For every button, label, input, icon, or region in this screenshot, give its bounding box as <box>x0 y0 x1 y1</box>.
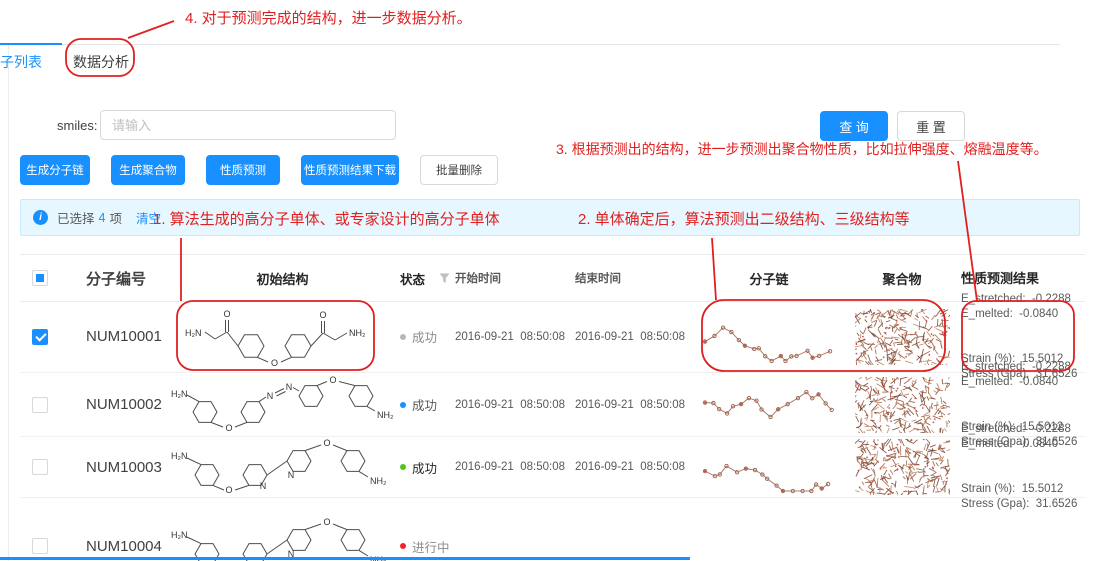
initial-structure-image: H₂NONNONH₂ <box>169 510 397 561</box>
status-label: 成功 <box>412 395 437 414</box>
info-icon: i <box>33 210 48 225</box>
annotation-note-2: 2. 单体确定后，算法预测出二级结构、三级结构等 <box>578 208 910 229</box>
svg-text:N: N <box>285 382 292 392</box>
column-header-start-time: 开始时间 <box>455 270 575 286</box>
query-button[interactable]: 查 询 <box>820 111 888 141</box>
download-prediction-results-button[interactable]: 性质预测结果下载 <box>301 155 399 185</box>
status-label: 成功 <box>412 458 437 477</box>
row-checkbox[interactable] <box>32 459 48 475</box>
svg-text:O: O <box>223 309 230 319</box>
molecule-id: NUM10004 <box>60 538 165 555</box>
bottom-progress-bar <box>0 557 690 560</box>
column-header-status: 状态 <box>400 269 425 288</box>
svg-text:N: N <box>287 470 294 480</box>
column-header-molecule-id: 分子编号 <box>60 268 165 289</box>
molecule-id: NUM10003 <box>60 459 165 476</box>
smiles-input[interactable] <box>100 110 396 140</box>
smiles-label: smiles: <box>57 118 97 133</box>
svg-text:H₂N: H₂N <box>171 389 188 399</box>
annotation-note-3: 3. 根据预测出的结构，进一步预测出聚合物性质，比如拉伸强度、熔融温度等。 <box>556 139 1048 159</box>
svg-text:O: O <box>329 375 336 385</box>
column-header-molecular-chain: 分子链 <box>695 269 843 288</box>
svg-text:NH₂: NH₂ <box>370 476 387 486</box>
svg-text:NH₂: NH₂ <box>349 328 366 338</box>
svg-text:H₂N: H₂N <box>171 530 188 540</box>
svg-text:O: O <box>225 485 232 495</box>
action-toolbar: 生成分子链 生成聚合物 性质预测 性质预测结果下载 批量删除 <box>20 155 498 185</box>
property-prediction-button[interactable]: 性质预测 <box>206 155 280 185</box>
status-filter-icon[interactable] <box>439 273 450 284</box>
reset-button[interactable]: 重 置 <box>897 111 965 141</box>
svg-text:O: O <box>319 310 326 320</box>
svg-text:O: O <box>323 517 330 527</box>
end-time: 2016-09-21 08:50:08 <box>575 331 695 343</box>
status-dot <box>400 402 406 408</box>
polymer-image <box>855 439 950 495</box>
start-time: 2016-09-21 08:50:08 <box>455 399 575 411</box>
row-checkbox[interactable] <box>32 397 48 413</box>
svg-text:N: N <box>259 481 266 491</box>
status-label: 进行中 <box>412 537 450 556</box>
column-header-end-time: 结束时间 <box>575 270 695 286</box>
molecular-chain-image <box>699 375 839 435</box>
svg-text:NH₂: NH₂ <box>377 410 394 420</box>
end-time: 2016-09-21 08:50:08 <box>575 461 695 473</box>
polymer-image <box>855 309 950 365</box>
status-dot <box>400 543 406 549</box>
generate-polymer-button[interactable]: 生成聚合物 <box>111 155 185 185</box>
table-row: NUM10004 H₂NONNONH₂ 进行中 <box>20 498 1085 561</box>
table-header: 分子编号 初始结构 状态 开始时间 结束时间 分子链 聚合物 性质预测结果 <box>20 254 1085 302</box>
batch-delete-button[interactable]: 批量删除 <box>420 155 498 185</box>
end-time: 2016-09-21 08:50:08 <box>575 399 695 411</box>
active-tab-ink-bar <box>0 43 62 45</box>
tab-molecule-list[interactable]: 分子列表 <box>0 52 42 72</box>
table-row: NUM10003 H₂N O N N O NH₂ 成功 2016-09-21 08:50:… <box>20 437 1085 498</box>
selection-prefix: 已选择 <box>57 208 95 227</box>
initial-structure-image: H₂N O N N O NH₂ <box>169 431 397 503</box>
column-header-polymer: 聚合物 <box>843 269 961 288</box>
column-header-initial-structure: 初始结构 <box>165 269 400 288</box>
svg-text:H₂N: H₂N <box>171 451 188 461</box>
content-left-border <box>8 44 9 561</box>
tab-data-analysis[interactable]: 数据分析 <box>73 52 129 72</box>
svg-text:O: O <box>323 438 330 448</box>
svg-text:O: O <box>270 358 277 368</box>
molecular-chain-image <box>699 437 839 497</box>
selection-suffix: 项 <box>109 208 122 227</box>
start-time: 2016-09-21 08:50:08 <box>455 331 575 343</box>
status-dot <box>400 334 406 340</box>
molecular-chain-image <box>699 307 839 367</box>
svg-text:N: N <box>266 391 273 401</box>
prediction-results <box>961 501 1085 561</box>
row-checkbox[interactable] <box>32 538 48 554</box>
svg-text:H₂N: H₂N <box>185 328 202 338</box>
status-dot <box>400 464 406 470</box>
start-time: 2016-09-21 08:50:08 <box>455 461 575 473</box>
table-body: NUM10001 H₂N O O O NH₂ 成功 2016-09-21 08:50:0… <box>20 301 1085 561</box>
annotation-note-1: 1. 算法生成的高分子单体、或专家设计的高分子单体 <box>153 208 500 229</box>
status-label: 成功 <box>412 327 437 346</box>
table-row: NUM10001 H₂N O O O NH₂ 成功 2016-09-21 08:50:0… <box>20 301 1085 373</box>
molecule-id: NUM10001 <box>60 328 165 345</box>
selection-count: 4 <box>99 211 106 225</box>
molecule-id: NUM10002 <box>60 396 165 413</box>
generate-molecular-chain-button[interactable]: 生成分子链 <box>20 155 90 185</box>
row-checkbox[interactable] <box>32 329 48 345</box>
select-all-checkbox[interactable] <box>32 270 48 286</box>
initial-structure-image: H₂NONNONH₂ <box>169 370 397 440</box>
annotation-note-4: 4. 对于预测完成的结构，进一步数据分析。 <box>185 7 472 28</box>
initial-structure-image: H₂N O O O NH₂ <box>183 305 383 369</box>
table-row: NUM10002 H₂NONNONH₂ 成功 2016-09-21 08:50:… <box>20 373 1085 437</box>
polymer-image <box>855 377 950 433</box>
tab-bar-divider <box>0 44 1060 45</box>
molecule-list-page: 分子列表 数据分析 smiles: 查 询 重 置 生成分子链 生成聚合物 性质… <box>0 0 1100 561</box>
